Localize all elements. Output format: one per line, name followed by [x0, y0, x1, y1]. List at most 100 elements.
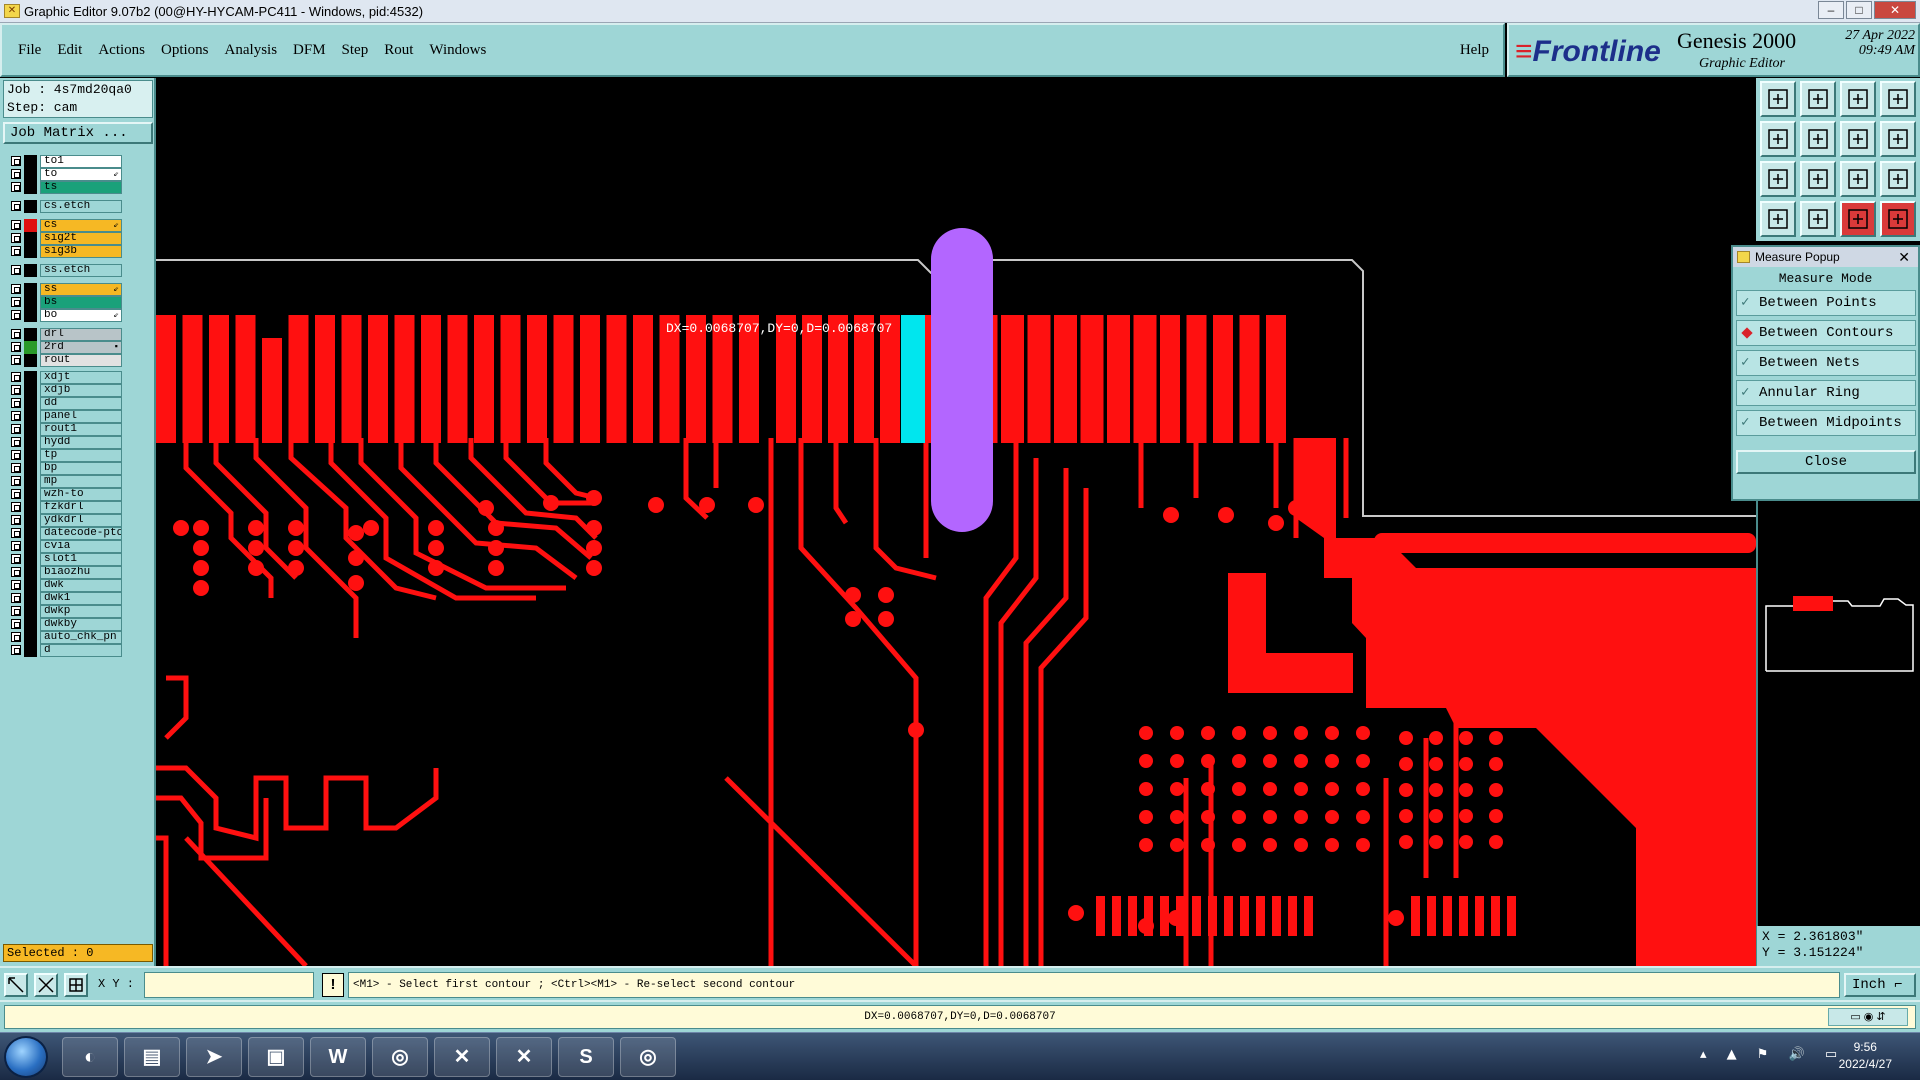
system-tray[interactable]: ▴ ▲ ⚑ 🔊 ▭ [1700, 1047, 1845, 1062]
menu-actions[interactable]: Actions [98, 42, 145, 59]
tool-button[interactable] [1760, 81, 1796, 117]
maximize-button[interactable]: □ [1846, 1, 1872, 19]
layer-checkbox[interactable] [11, 606, 21, 616]
layer-name[interactable]: d [40, 643, 122, 657]
layer-checkbox[interactable] [11, 554, 21, 564]
layer-row[interactable]: hydd [3, 435, 125, 449]
layer-row[interactable]: rout [3, 353, 125, 367]
tool-button[interactable] [1840, 161, 1876, 197]
close-window-button[interactable]: ✕ [1874, 1, 1916, 19]
layer-name[interactable]: sig3b [40, 244, 122, 258]
layer-name[interactable]: rout1 [40, 422, 122, 436]
tool-button[interactable] [1800, 161, 1836, 197]
layer-checkbox[interactable] [11, 284, 21, 294]
tool-button[interactable] [1800, 201, 1836, 237]
layer-row[interactable]: cvia [3, 539, 125, 553]
layer-name[interactable]: dd [40, 396, 122, 410]
layer-name[interactable]: to ⇙ [40, 167, 122, 181]
taskbar-app-button[interactable]: W [310, 1037, 366, 1077]
tool-button[interactable] [1880, 121, 1916, 157]
snap-grid-button[interactable] [34, 973, 58, 997]
layer-checkbox[interactable] [11, 489, 21, 499]
layer-checkbox[interactable] [11, 619, 21, 629]
layer-checkbox[interactable] [11, 355, 21, 365]
alert-button[interactable]: ! [322, 973, 344, 997]
start-button[interactable] [4, 1036, 48, 1078]
overview-map[interactable] [1756, 501, 1920, 966]
menu-help[interactable]: Help [1460, 42, 1489, 59]
layer-row[interactable]: 2rd ▪ [3, 340, 125, 354]
layer-name[interactable]: cs.etch [40, 199, 122, 213]
tool-button[interactable] [1880, 201, 1916, 237]
layer-row[interactable]: dwk1 [3, 591, 125, 605]
layer-name[interactable]: cs ⇙ [40, 218, 122, 232]
layer-row[interactable]: ydkdrl [3, 513, 125, 527]
layer-checkbox[interactable] [11, 593, 21, 603]
xy-input[interactable] [144, 972, 314, 998]
menu-windows[interactable]: Windows [429, 42, 486, 59]
layer-checkbox[interactable] [11, 463, 21, 473]
layer-name[interactable]: xdjt [40, 370, 122, 384]
layer-checkbox[interactable] [11, 372, 21, 382]
layer-checkbox[interactable] [11, 632, 21, 642]
tool-button[interactable] [1840, 81, 1876, 117]
layer-name[interactable]: mp [40, 474, 122, 488]
layer-name[interactable]: biaozhu [40, 565, 122, 579]
layer-name[interactable]: sig2t [40, 231, 122, 245]
tool-button[interactable] [1760, 201, 1796, 237]
layer-checkbox[interactable] [11, 233, 21, 243]
layer-name[interactable]: bp [40, 461, 122, 475]
layer-row[interactable]: sig3b [3, 244, 125, 258]
layer-name[interactable]: tp [40, 448, 122, 462]
tool-button[interactable] [1880, 161, 1916, 197]
layer-name[interactable]: auto_chk_pn [40, 630, 122, 644]
layer-name[interactable]: rout [40, 353, 122, 367]
menu-analysis[interactable]: Analysis [225, 42, 278, 59]
menu-options[interactable]: Options [161, 42, 209, 59]
layer-checkbox[interactable] [11, 528, 21, 538]
layer-name[interactable]: ss ⇙ [40, 282, 122, 296]
tool-button[interactable] [1800, 121, 1836, 157]
layer-row[interactable]: bo ⇙ [3, 308, 125, 322]
layer-checkbox[interactable] [11, 246, 21, 256]
layer-row[interactable]: rout1 [3, 422, 125, 436]
layer-row[interactable]: dwkp [3, 604, 125, 618]
job-matrix-button[interactable]: Job Matrix ... [3, 122, 153, 144]
layer-checkbox[interactable] [11, 201, 21, 211]
layer-name[interactable]: ts [40, 180, 122, 194]
taskbar-app-button[interactable]: ▣ [248, 1037, 304, 1077]
layer-name[interactable]: dwkby [40, 617, 122, 631]
layer-checkbox[interactable] [11, 265, 21, 275]
unit-select[interactable]: Inch ⌐ [1844, 973, 1916, 997]
taskbar-app-button[interactable]: ➤ [186, 1037, 242, 1077]
layer-row[interactable]: panel [3, 409, 125, 423]
layer-row[interactable]: dwk [3, 578, 125, 592]
layer-row[interactable]: wzh-to [3, 487, 125, 501]
layer-checkbox[interactable] [11, 502, 21, 512]
layer-name[interactable]: fzkdrl [40, 500, 122, 514]
layer-row[interactable]: drl [3, 327, 125, 341]
layer-checkbox[interactable] [11, 310, 21, 320]
layer-checkbox[interactable] [11, 541, 21, 551]
layer-name[interactable]: to1 [40, 154, 122, 168]
menu-rout[interactable]: Rout [384, 42, 413, 59]
layer-row[interactable]: to1 [3, 154, 125, 168]
taskbar-app-button[interactable]: ▤ [124, 1037, 180, 1077]
taskbar-clock[interactable]: 9:56 2022/4/27 [1839, 1039, 1892, 1073]
layer-name[interactable]: dwkp [40, 604, 122, 618]
tool-button[interactable] [1840, 201, 1876, 237]
taskbar-app-button[interactable]: ◎ [372, 1037, 428, 1077]
tool-button[interactable] [1800, 81, 1836, 117]
layer-row[interactable]: datecode-pto [3, 526, 125, 540]
measure-option[interactable]: ✓ Between Points [1736, 290, 1916, 316]
layer-checkbox[interactable] [11, 398, 21, 408]
measure-option[interactable]: ✓ Annular Ring [1736, 380, 1916, 406]
layer-row[interactable]: slot1 [3, 552, 125, 566]
layer-checkbox[interactable] [11, 156, 21, 166]
layer-row[interactable]: fzkdrl [3, 500, 125, 514]
layer-name[interactable]: panel [40, 409, 122, 423]
layer-row[interactable]: cs ⇙ [3, 218, 125, 232]
taskbar-app-button[interactable]: S [558, 1037, 614, 1077]
measure-option[interactable]: ✓ Between Midpoints [1736, 410, 1916, 436]
layer-checkbox[interactable] [11, 424, 21, 434]
